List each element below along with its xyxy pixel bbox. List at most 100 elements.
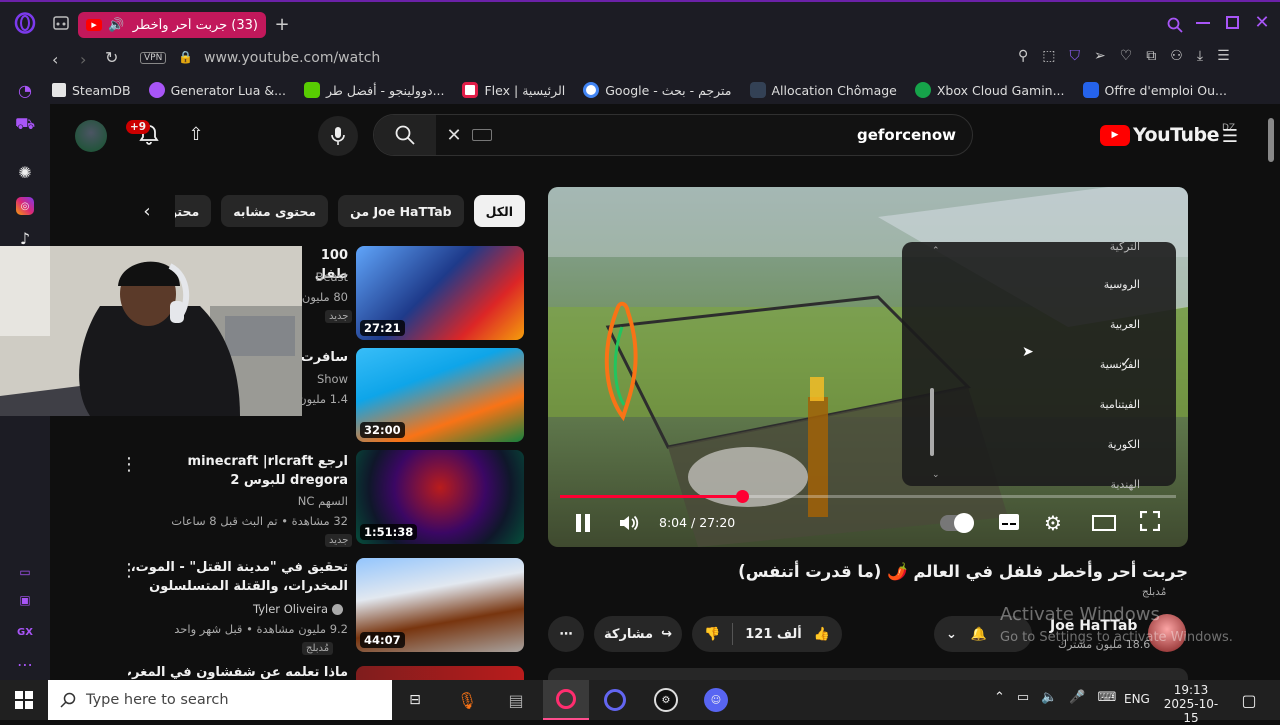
bookmark-item[interactable]: Offre d'emploi Ou...	[1082, 82, 1227, 98]
bookmark-item[interactable]: Allocation Chômage	[749, 82, 897, 98]
video-title[interactable]: تحقيق في "مدينة القتل" - الموت، المخدرات…	[118, 558, 348, 596]
video-player[interactable]: ⌃ التركية الروسية العربية الفرنسية ✓ الف…	[548, 187, 1188, 547]
page-scrollbar[interactable]	[1268, 118, 1274, 162]
minimize-icon[interactable]	[1196, 22, 1210, 24]
search-input[interactable]: geforcenow	[857, 126, 956, 144]
video-thumbnail[interactable]: 44:07	[356, 558, 524, 652]
windows-start-icon[interactable]	[0, 680, 48, 720]
steam-icon[interactable]: ⚙	[654, 688, 678, 712]
voice-recorder-icon[interactable]: 🎙	[456, 689, 478, 711]
menu-scroll-up-icon[interactable]: ⌃	[932, 246, 940, 256]
discord-icon[interactable]: ☺	[704, 688, 728, 712]
bookmark-item[interactable]: SteamDB	[52, 83, 131, 98]
menu-item-language[interactable]: الكورية	[1108, 438, 1140, 451]
close-icon[interactable]: ✕	[1252, 12, 1272, 33]
microphone-icon[interactable]	[318, 116, 358, 156]
network-icon[interactable]: ▭	[1017, 690, 1029, 705]
video-thumbnail[interactable]: 32:00	[356, 348, 524, 442]
upload-icon[interactable]: ⇧	[186, 124, 206, 145]
progress-bar[interactable]	[560, 490, 1176, 503]
dislike-button[interactable]: 👎	[704, 627, 720, 642]
vpn-badge[interactable]: VPN	[140, 52, 167, 64]
heart-icon[interactable]: ♡	[1120, 48, 1133, 64]
gx-control-icon[interactable]: ▣	[15, 590, 35, 610]
chip-related[interactable]: محتوى مشابه	[221, 195, 329, 227]
chip-from-channel[interactable]: من Joe HaTTab	[338, 195, 464, 227]
gx-cleaner-icon[interactable]: ▭	[15, 562, 35, 582]
pause-button[interactable]	[574, 513, 592, 537]
video-thumbnail[interactable]: 27:21	[356, 246, 524, 340]
instagram-icon[interactable]: ◎	[16, 197, 34, 215]
file-manager-icon[interactable]: ▤	[504, 689, 528, 711]
chip-all[interactable]: الكل	[473, 195, 525, 227]
snapshot-icon[interactable]: ⬚	[1042, 48, 1055, 64]
speaker-icon[interactable]: 🔊	[108, 18, 124, 33]
scrubber-handle[interactable]	[735, 490, 749, 503]
autoplay-toggle[interactable]	[940, 513, 974, 533]
video-thumbnail[interactable]	[356, 666, 524, 680]
taskbar-search-box[interactable]: Type here to search	[48, 680, 392, 720]
like-button[interactable]: 👍	[814, 627, 830, 642]
download-icon[interactable]: ⤓	[1197, 48, 1203, 64]
search-icon[interactable]	[374, 115, 436, 155]
send-icon[interactable]: ➢	[1094, 48, 1106, 64]
opera-gx-taskbar-button[interactable]	[543, 680, 589, 720]
video-title[interactable]: ارجع minecraft |rlcraft dregora للبوس 2	[148, 452, 348, 490]
search-tabs-icon[interactable]	[1164, 14, 1186, 36]
clear-search-icon[interactable]: ✕	[442, 123, 466, 147]
menu-item-language[interactable]: التركية	[1110, 240, 1140, 253]
menu-item-language[interactable]: الروسية	[1104, 278, 1140, 291]
aria-icon[interactable]: ◔	[15, 80, 35, 100]
gx-corner-icon[interactable]: GX	[13, 624, 37, 640]
shield-icon[interactable]: ⛉	[1070, 48, 1081, 64]
bookmark-item[interactable]: Generator Lua &...	[148, 82, 286, 98]
crypto-wallet-icon[interactable]: ⛟	[15, 114, 35, 134]
hamburger-menu-icon[interactable]: ☰	[1218, 124, 1242, 148]
lock-icon[interactable]: 🔒	[178, 50, 193, 64]
like-count[interactable]: 121 ألف	[745, 627, 802, 642]
theater-mode-icon[interactable]	[1092, 515, 1116, 531]
chatgpt-icon[interactable]: ✺	[15, 162, 35, 182]
opera-icon[interactable]	[604, 689, 626, 711]
url-field[interactable]: www.youtube.com/watch	[204, 50, 380, 66]
mic-tray-icon[interactable]: 🎤	[1069, 690, 1085, 705]
clock[interactable]: 19:13 2025-10-15	[1160, 683, 1222, 725]
volume-tray-icon[interactable]: 🔈	[1041, 690, 1057, 705]
keyboard-tray-icon[interactable]: ⌨	[1098, 690, 1117, 705]
tiktok-icon[interactable]: ♪	[15, 228, 35, 248]
easy-setup-icon[interactable]: ☰	[1217, 48, 1230, 64]
language-indicator[interactable]: ENG	[1124, 692, 1150, 706]
tab-islands-icon[interactable]	[50, 12, 72, 34]
more-icon[interactable]: ⋯	[15, 655, 35, 674]
volume-icon[interactable]	[618, 512, 640, 538]
reload-icon[interactable]: ↻	[105, 48, 118, 67]
tray-chevron-icon[interactable]: ⌃	[994, 690, 1005, 705]
subtitles-icon[interactable]	[998, 513, 1020, 535]
channel-name[interactable]: Tyler Oliveira	[253, 602, 328, 616]
share-button[interactable]: مشاركة ↪	[594, 616, 682, 652]
more-options-icon[interactable]: ⋮	[120, 454, 138, 475]
chips-scroll-left-icon[interactable]: ‹	[138, 201, 156, 222]
more-actions-button[interactable]: ⋯	[548, 616, 584, 652]
search-box[interactable]: ✕ geforcenow	[373, 114, 973, 156]
video-title[interactable]: ماذا تعلمه عن شفشاون في المغرب | المدينة	[128, 666, 348, 680]
forward-icon[interactable]: ›	[80, 50, 86, 69]
avatar[interactable]	[75, 120, 107, 152]
bookmark-item[interactable]: Google - مترجم - بحث	[583, 82, 732, 98]
extensions-icon[interactable]: ⧉	[1146, 48, 1156, 64]
channel-name[interactable]: السهم NC	[298, 494, 348, 508]
settings-gear-icon[interactable]: ⚙	[1044, 511, 1062, 535]
fullscreen-icon[interactable]	[1139, 510, 1161, 535]
description-box[interactable]	[548, 668, 1188, 680]
youtube-logo[interactable]: ▶ YouTube DZ	[1100, 123, 1235, 146]
bookmark-item[interactable]: دوولينجو - أفضل طر...	[304, 82, 444, 98]
channel-name[interactable]: Beast	[315, 270, 348, 284]
bookmark-item[interactable]: Flex | الرئيسية	[462, 82, 565, 98]
menu-item-language[interactable]: العربية	[1110, 318, 1140, 331]
menu-item-language[interactable]: الفيتنامية	[1100, 398, 1140, 411]
new-tab-icon[interactable]: +	[272, 14, 292, 35]
bookmark-item[interactable]: Xbox Cloud Gamin...	[914, 82, 1065, 98]
opera-menu-icon[interactable]	[12, 10, 38, 36]
menu-item-language[interactable]: الهندية	[1110, 478, 1140, 491]
back-icon[interactable]: ‹	[52, 50, 58, 69]
